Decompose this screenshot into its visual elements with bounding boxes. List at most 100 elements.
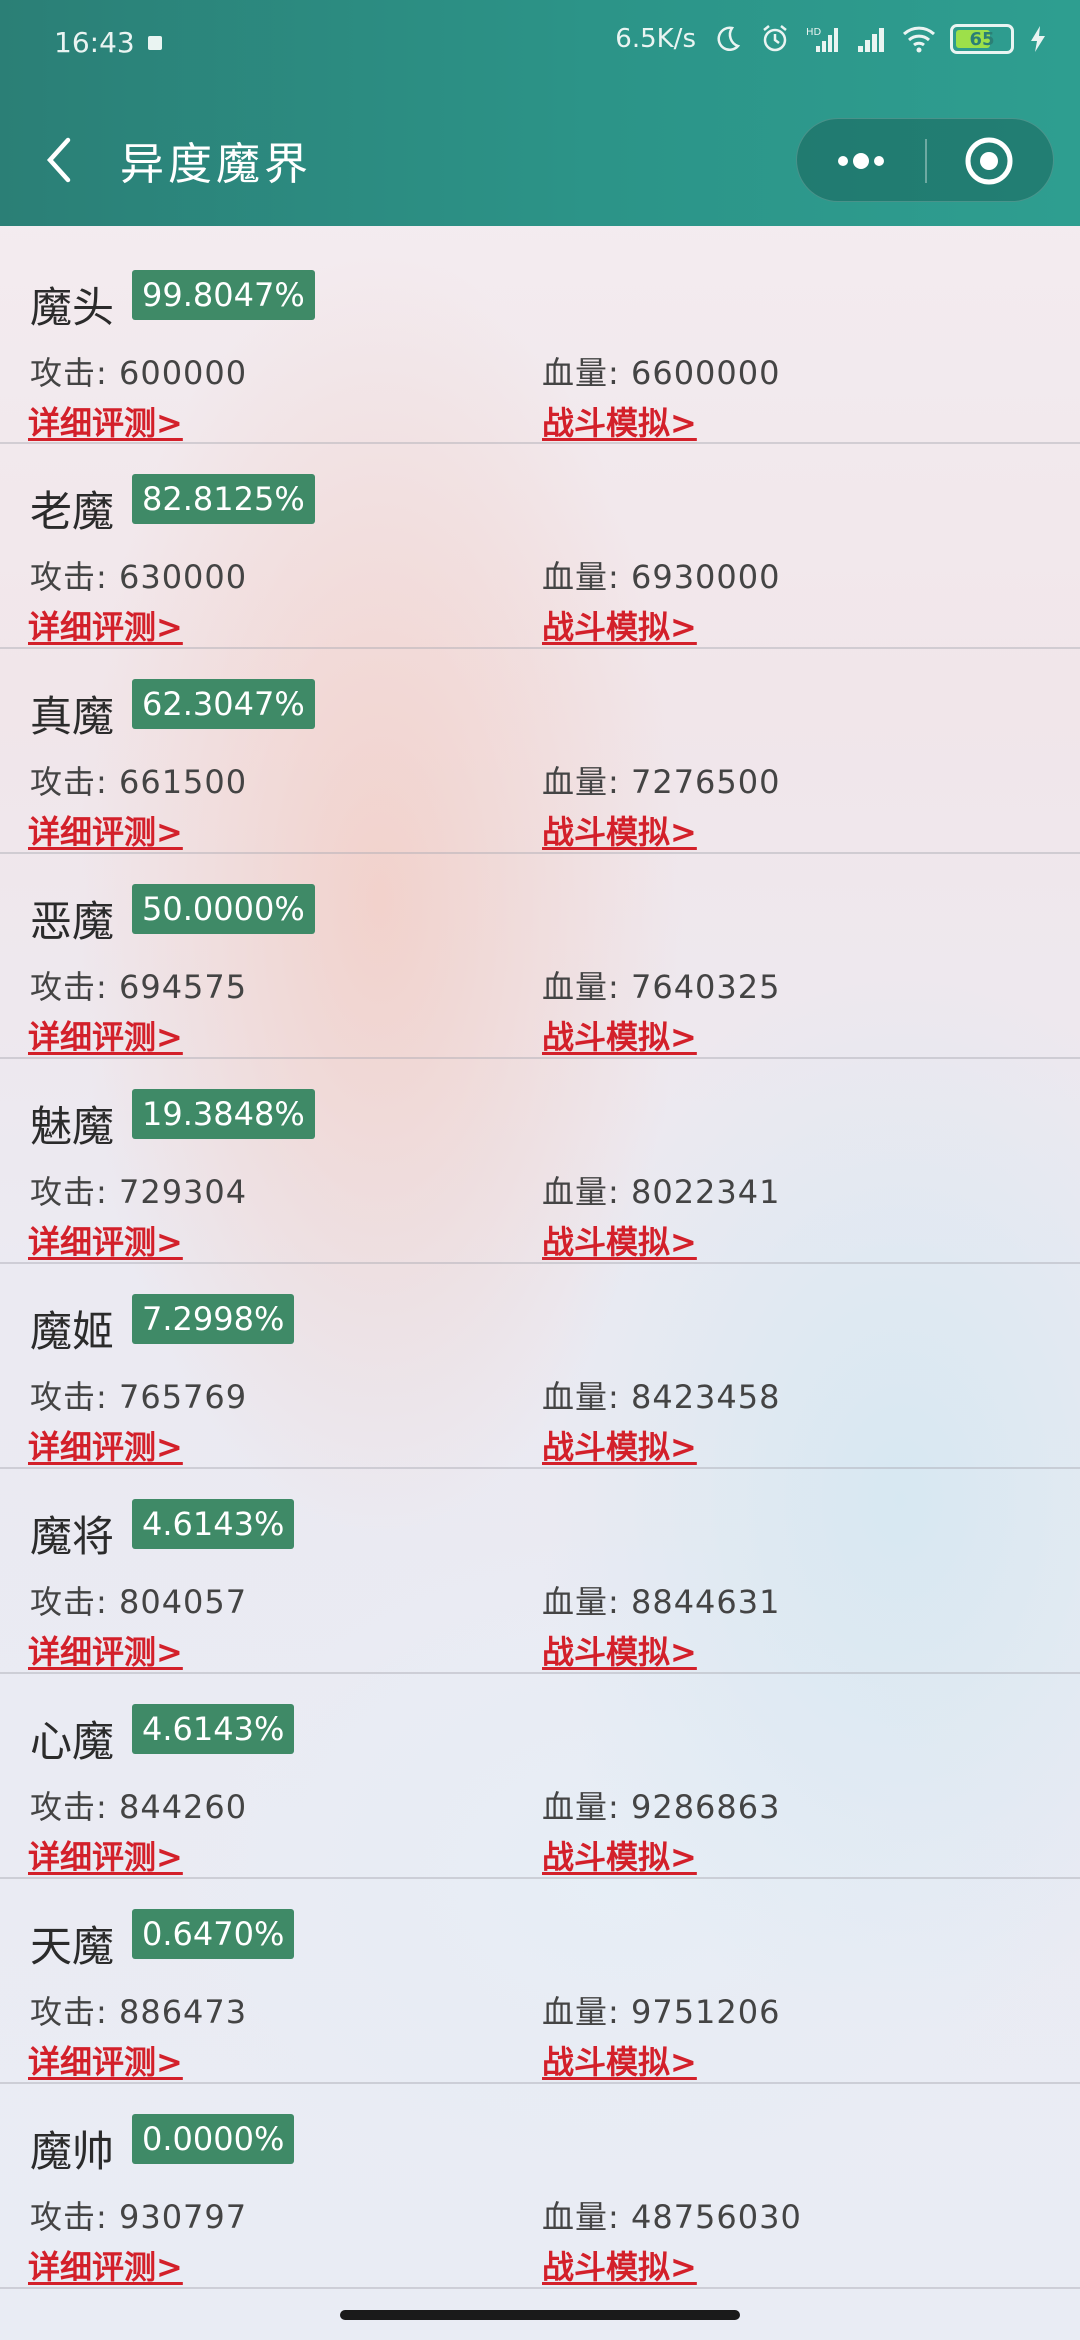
attack-label: 攻击: [30,1583,119,1621]
rate-badge: 19.3848% [132,1089,315,1139]
hp-stat: 血量: 9286863 [542,1782,780,1828]
monster-name: 心魔 [30,1717,115,1766]
rate-badge: 4.6143% [132,1704,295,1754]
hp-value: 9286863 [630,1788,781,1826]
hp-stat: 血量: 9751206 [542,1987,780,2033]
detail-review-link[interactable]: 详细评测> [28,602,183,648]
more-dots-icon [838,153,884,169]
hp-label: 血量: [542,763,631,801]
monster-row: 真魔 62.3047% 攻击: 661500 血量: 7276500 详细评测> 战斗模拟… [0,649,1080,854]
attack-value: 886473 [118,1993,248,2031]
signal-icon [858,28,884,52]
monster-row: 天魔 0.6470% 攻击: 886473 血量: 9751206 详细评测> 战斗模拟> [0,1879,1080,2084]
hp-value: 8423458 [630,1378,781,1416]
hp-stat: 血量: 8022341 [542,1167,780,1213]
attack-stat: 攻击: 661500 [30,757,247,803]
monster-list: 魔头 99.8047% 攻击: 600000 血量: 6600000 详细评测> 战斗模拟… [0,226,1080,2289]
attack-stat: 攻击: 930797 [30,2192,247,2238]
detail-review-link[interactable]: 详细评测> [28,1012,183,1058]
status-icons: 6.5K/s HD 65 [615,24,1048,54]
battle-simulation-link[interactable]: 战斗模拟> [542,1012,697,1058]
home-indicator[interactable] [340,2310,740,2320]
hp-label: 血量: [542,2198,631,2236]
moon-icon [717,26,741,51]
battle-simulation-link[interactable]: 战斗模拟> [542,398,697,444]
battle-simulation-link[interactable]: 战斗模拟> [542,1422,697,1468]
battle-simulation-link[interactable]: 战斗模拟> [542,1627,697,1673]
attack-label: 攻击: [30,558,119,596]
close-button[interactable] [927,119,1055,203]
battle-simulation-link[interactable]: 战斗模拟> [542,2037,697,2083]
hp-label: 血量: [542,968,631,1006]
monster-name: 魅魔 [30,1102,115,1151]
detail-review-link[interactable]: 详细评测> [28,2037,183,2083]
monster-row: 魔头 99.8047% 攻击: 600000 血量: 6600000 详细评测> 战斗模拟… [0,226,1080,444]
detail-review-link[interactable]: 详细评测> [28,1422,183,1468]
hp-value: 8844631 [630,1583,781,1621]
attack-label: 攻击: [30,1788,119,1826]
monster-row: 心魔 4.6143% 攻击: 844260 血量: 9286863 详细评测> 战斗模拟> [0,1674,1080,1879]
battle-simulation-link[interactable]: 战斗模拟> [542,1217,697,1263]
hp-label: 血量: [542,1173,631,1211]
attack-value: 804057 [118,1583,248,1621]
attack-stat: 攻击: 804057 [30,1577,247,1623]
hp-label: 血量: [542,1993,631,2031]
hp-stat: 血量: 7276500 [542,757,780,803]
detail-review-link[interactable]: 详细评测> [28,1832,183,1878]
attack-value: 765769 [118,1378,248,1416]
status-time: 16:43 [54,26,135,59]
chevron-left-icon [46,137,71,183]
battle-simulation-link[interactable]: 战斗模拟> [542,2242,697,2288]
detail-review-link[interactable]: 详细评测> [28,1217,183,1263]
monster-name: 魔帅 [30,2127,115,2176]
attack-value: 661500 [118,763,248,801]
monster-name: 魔头 [30,283,115,332]
hp-label: 血量: [542,1378,631,1416]
detail-review-link[interactable]: 详细评测> [28,2242,183,2288]
hp-value: 48756030 [630,2198,802,2236]
battle-simulation-link[interactable]: 战斗模拟> [542,807,697,853]
attack-stat: 攻击: 630000 [30,552,247,598]
hp-value: 7276500 [630,763,781,801]
hp-stat: 血量: 7640325 [542,962,780,1008]
hp-label: 血量: [542,1788,631,1826]
charging-icon [1031,26,1045,52]
detail-review-link[interactable]: 详细评测> [28,807,183,853]
attack-label: 攻击: [30,763,119,801]
more-button[interactable] [797,119,925,203]
rate-badge: 82.8125% [132,474,315,524]
wifi-icon [902,26,936,53]
back-button[interactable] [38,132,82,188]
attack-stat: 攻击: 765769 [30,1372,247,1418]
hp-label: 血量: [542,354,631,392]
monster-name: 魔姬 [30,1307,115,1356]
attack-value: 694575 [118,968,248,1006]
attack-value: 630000 [118,558,248,596]
attack-stat: 攻击: 844260 [30,1782,247,1828]
rate-badge: 7.2998% [132,1294,295,1344]
attack-label: 攻击: [30,354,119,392]
hp-stat: 血量: 6930000 [542,552,780,598]
monster-row: 魔将 4.6143% 攻击: 804057 血量: 8844631 详细评测> 战斗模拟> [0,1469,1080,1674]
hp-value: 7640325 [630,968,781,1006]
monster-name: 真魔 [30,692,115,741]
battle-simulation-link[interactable]: 战斗模拟> [542,602,697,648]
battle-simulation-link[interactable]: 战斗模拟> [542,1832,697,1878]
attack-label: 攻击: [30,1993,119,2031]
hp-stat: 血量: 8844631 [542,1577,780,1623]
svg-text:HD: HD [806,27,822,38]
hp-value: 9751206 [630,1993,781,2031]
monster-row: 魔姬 7.2998% 攻击: 765769 血量: 8423458 详细评测> 战斗模拟> [0,1264,1080,1469]
monster-name: 魔将 [30,1512,115,1561]
miniprogram-capsule [796,118,1054,202]
detail-review-link[interactable]: 详细评测> [28,1627,183,1673]
hp-value: 8022341 [630,1173,781,1211]
attack-stat: 攻击: 886473 [30,1987,247,2033]
alarm-icon [763,25,787,52]
attack-value: 844260 [118,1788,248,1826]
rate-badge: 0.0000% [132,2114,295,2164]
detail-review-link[interactable]: 详细评测> [28,398,183,444]
notification-icon [148,36,162,50]
rate-badge: 99.8047% [132,270,315,320]
network-speed: 6.5K/s [615,24,696,54]
